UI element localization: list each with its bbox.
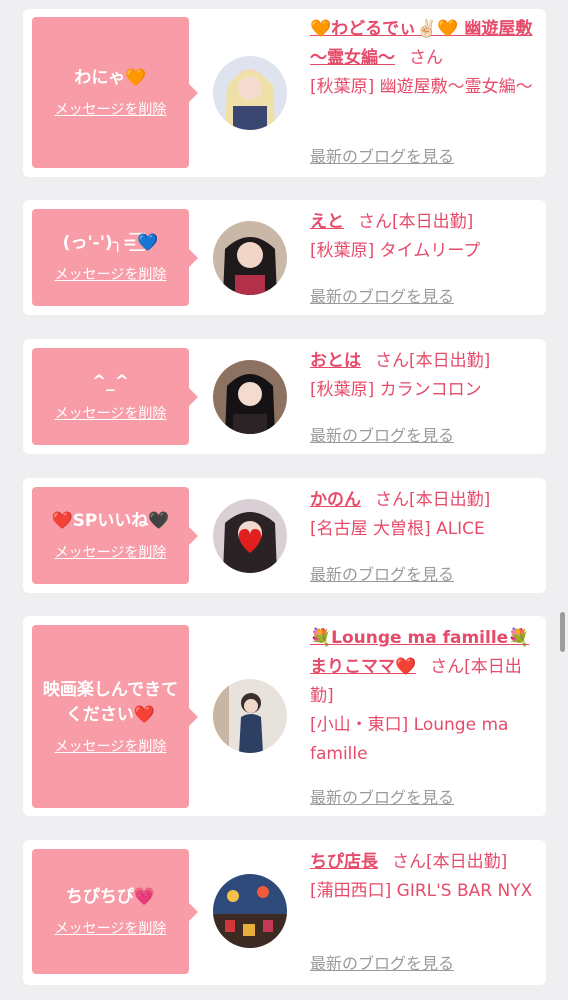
shop-label: [小山・東口] Lounge ma famille	[310, 715, 509, 764]
message-bubble: ❤️SPいいね🖤 メッセージを削除	[32, 487, 198, 584]
delete-message-link[interactable]: メッセージを削除	[55, 403, 167, 423]
cast-info: ちぴ店長 さん[本日出勤] [蒲田西口] GIRL'S BAR NYX	[310, 848, 540, 906]
message-bubble: ^_^ メッセージを削除	[32, 348, 198, 445]
scrollbar[interactable]	[560, 612, 565, 652]
san-label: さん	[409, 48, 443, 68]
avatar[interactable]	[213, 679, 287, 753]
shop-label: [名古屋 大曽根] ALICE	[310, 519, 485, 539]
list-item: (っ'-')╮=͟͟͞͞💙 メッセージを削除 えと さん[本日出勤] [秋葉原] …	[23, 200, 546, 315]
message-bubble: ちぴちぴ💗 メッセージを削除	[32, 849, 198, 974]
message-bubble: 映画楽しんできてください❤️ メッセージを削除	[32, 625, 198, 808]
delete-message-link[interactable]: メッセージを削除	[55, 264, 167, 284]
list-item: ❤️SPいいね🖤 メッセージを削除 かのん さん[本日出勤] [名古屋 大曽根] …	[23, 478, 546, 593]
list-item: ちぴちぴ💗 メッセージを削除 ちぴ店長 さん[本日出勤] [蒲田西口] GIRL'…	[23, 840, 546, 985]
latest-blog-link[interactable]: 最新のブログを見る	[310, 784, 454, 808]
latest-blog-link[interactable]: 最新のブログを見る	[310, 561, 454, 585]
message-text: ^_^	[92, 372, 129, 392]
delete-message-link[interactable]: メッセージを削除	[55, 99, 167, 119]
cast-info: えと さん[本日出勤] [秋葉原] タイムリープ	[310, 208, 540, 266]
message-text: 映画楽しんできてください❤️	[42, 679, 179, 725]
cast-info: 🧡わどるでぃ✌🏻🧡 幽遊屋敷 〜霊女編〜 さん [秋葉原] 幽遊屋敷〜霊女編〜	[310, 15, 540, 102]
avatar[interactable]	[213, 360, 287, 434]
san-label: さん	[358, 212, 392, 232]
status-badge: [本日出勤]	[409, 351, 491, 371]
message-bubble: (っ'-')╮=͟͟͞͞💙 メッセージを削除	[32, 209, 198, 306]
delete-message-link[interactable]: メッセージを削除	[55, 542, 167, 562]
list-item: ^_^ メッセージを削除 おとは さん[本日出勤] [秋葉原] カランコロン 最新…	[23, 339, 546, 454]
status-badge: [本日出勤]	[392, 212, 474, 232]
cast-name-link[interactable]: おとは	[310, 351, 361, 371]
latest-blog-link[interactable]: 最新のブログを見る	[310, 283, 454, 307]
cast-name-link[interactable]: えと	[310, 212, 344, 232]
message-text: (っ'-')╮=͟͟͞͞💙	[62, 233, 159, 253]
avatar[interactable]	[213, 56, 287, 130]
cast-name-link[interactable]: ちぴ店長	[310, 852, 378, 872]
san-label: さん	[375, 490, 409, 510]
cast-info: おとは さん[本日出勤] [秋葉原] カランコロン	[310, 347, 540, 405]
list-item: 映画楽しんできてください❤️ メッセージを削除 💐Lounge ma famil…	[23, 616, 546, 816]
san-label: さん	[430, 657, 465, 677]
status-badge: [本日出勤]	[426, 852, 508, 872]
delete-message-link[interactable]: メッセージを削除	[55, 736, 167, 756]
avatar[interactable]	[213, 874, 287, 948]
latest-blog-link[interactable]: 最新のブログを見る	[310, 950, 454, 974]
avatar[interactable]	[213, 221, 287, 295]
latest-blog-link[interactable]: 最新のブログを見る	[310, 143, 454, 167]
message-bubble: わにゃ🧡 メッセージを削除	[32, 17, 198, 168]
delete-message-link[interactable]: メッセージを削除	[55, 918, 167, 938]
cast-info: かのん さん[本日出勤] [名古屋 大曽根] ALICE	[310, 486, 540, 544]
cast-name-link[interactable]: かのん	[310, 490, 361, 510]
list-item: わにゃ🧡 メッセージを削除 🧡わどるでぃ✌🏻🧡 幽遊屋敷 〜霊女編〜 さん [秋葉…	[23, 9, 546, 177]
cast-info: 💐Lounge ma famille💐まりこママ❤️ さん[本日出勤] [小山・東…	[310, 624, 540, 769]
san-label: さん	[392, 852, 426, 872]
latest-blog-link[interactable]: 最新のブログを見る	[310, 422, 454, 446]
shop-label: [秋葉原] カランコロン	[310, 380, 482, 400]
shop-label: [秋葉原] 幽遊屋敷〜霊女編〜	[310, 77, 533, 97]
avatar[interactable]	[213, 499, 287, 573]
san-label: さん	[375, 351, 409, 371]
message-text: ❤️SPいいね🖤	[51, 511, 170, 531]
message-text: ちぴちぴ💗	[65, 887, 156, 907]
message-text: わにゃ🧡	[74, 68, 147, 88]
status-badge: [本日出勤]	[409, 490, 491, 510]
shop-label: [蒲田西口] GIRL'S BAR NYX	[310, 881, 533, 901]
shop-label: [秋葉原] タイムリープ	[310, 241, 481, 261]
